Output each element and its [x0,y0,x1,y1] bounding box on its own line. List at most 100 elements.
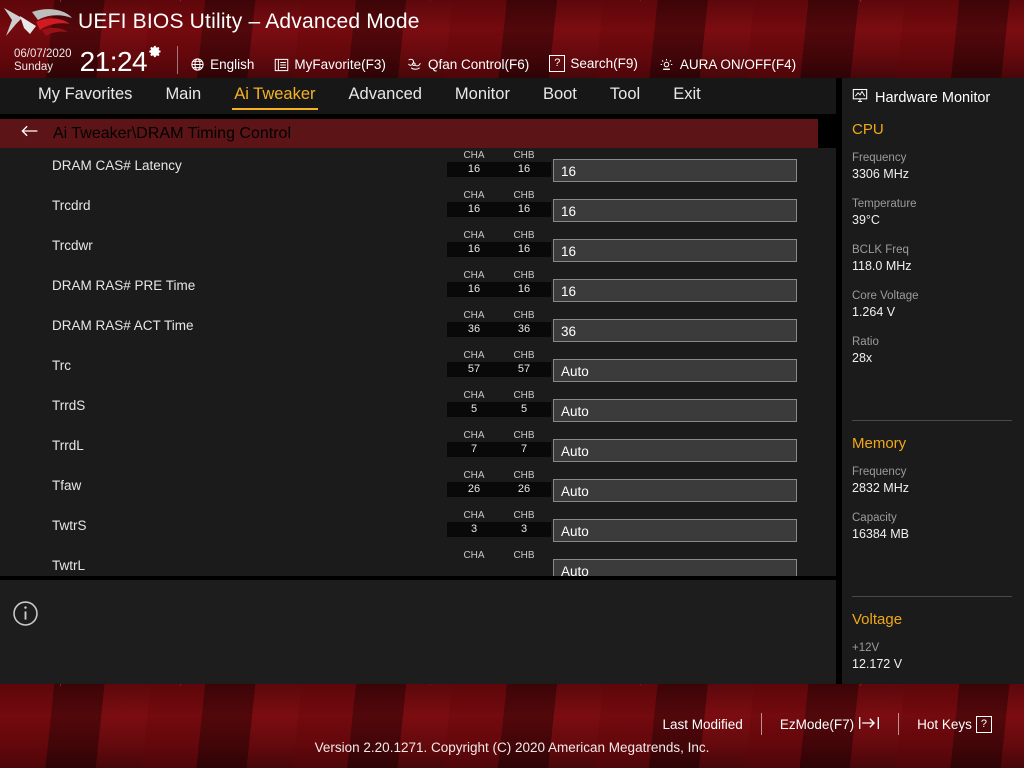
aura-toggle-button[interactable]: AURA ON/OFF(F4) [658,57,796,76]
monitor-icon [852,88,868,107]
setting-value-field[interactable]: Auto [553,519,797,542]
hw-metric-key: Temperature [852,198,917,210]
setting-label: DRAM RAS# ACT Time [52,318,194,333]
hw-section-title-voltage: Voltage [852,611,903,628]
setting-label: Trcdwr [52,238,93,253]
channel-value: 7 [497,442,551,457]
tab-boot[interactable]: Boot [543,85,577,107]
channel-value: 3 [497,522,551,537]
hw-metric-key: Frequency [852,466,907,478]
setting-value-field[interactable]: Auto [553,479,797,502]
setting-row[interactable]: DRAM RAS# PRE Time CHA 16 CHB 16 16 [0,268,836,308]
hardware-monitor-rule [852,596,1012,597]
setting-value-field[interactable]: Auto [553,399,797,422]
channel-value: 5 [447,402,501,417]
setting-row[interactable]: DRAM CAS# Latency CHA 16 CHB 16 16 [0,148,836,188]
tab-advanced[interactable]: Advanced [349,85,422,107]
hw-metric: BCLK Freq 118.0 MHz [852,242,942,275]
channel-badge-chb: CHB 36 [497,310,551,337]
setting-value-field[interactable]: Auto [553,439,797,462]
setting-value-field[interactable]: 16 [553,199,797,222]
setting-value-field[interactable]: Auto [553,359,797,382]
setting-label: DRAM RAS# PRE Time [52,278,196,293]
hardware-monitor-title: Hardware Monitor [852,88,1024,107]
channel-badge-cha: CHA 5 [447,390,501,417]
hw-section-title-cpu: CPU [852,121,884,138]
help-info-panel [0,580,836,684]
search-button[interactable]: ? Search(F9) [549,55,638,76]
channel-badge-chb: CHB 16 [497,190,551,217]
tab-exit[interactable]: Exit [673,85,701,107]
setting-row[interactable]: Trc CHA 57 CHB 57 Auto [0,348,836,388]
setting-row[interactable]: Trcdwr CHA 16 CHB 16 16 [0,228,836,268]
gear-icon[interactable] [148,44,163,64]
hw-metric-key: BCLK Freq [852,244,909,256]
setting-label: TwtrL [52,558,86,573]
channel-badge-chb: CHB [497,550,551,562]
last-modified-button[interactable]: Last Modified [645,717,761,732]
globe-icon [190,57,205,72]
tab-tool[interactable]: Tool [610,85,640,107]
settings-scrollbar-track[interactable] [826,148,830,576]
setting-row[interactable]: TwtrS CHA 3 CHB 3 Auto [0,508,836,548]
tab-my-favorites[interactable]: My Favorites [38,85,132,107]
back-arrow-icon[interactable] [20,124,39,143]
hardware-monitor-spacer [852,380,1024,414]
channel-value: 3 [447,522,501,537]
header-clock-row: 06/07/2020 Sunday 21:24 English MyFavori… [14,42,816,76]
channel-name: CHB [513,270,535,281]
setting-row[interactable]: Trcdrd CHA 16 CHB 16 16 [0,188,836,228]
setting-label: TrrdL [52,438,84,453]
setting-value-field[interactable]: 16 [553,279,797,302]
channel-badge-chb: CHB 3 [497,510,551,537]
setting-value-field[interactable]: 36 [553,319,797,342]
hotkeys-button[interactable]: Hot Keys ? [899,715,1010,733]
myfavorite-button[interactable]: MyFavorite(F3) [274,57,386,76]
setting-row[interactable]: DRAM RAS# ACT Time CHA 36 CHB 36 36 [0,308,836,348]
channel-name: CHA [463,430,485,441]
channel-name: CHB [513,150,535,161]
aura-light-icon [658,57,675,72]
hw-metric: Ratio 28x [852,334,942,367]
channel-badge-cha: CHA 16 [447,270,501,297]
tab-monitor[interactable]: Monitor [455,85,510,107]
rog-logo [4,8,72,36]
channel-value: 16 [447,202,501,217]
channel-badge-cha: CHA 26 [447,470,501,497]
setting-row[interactable]: TwtrL CHA CHB Auto [0,548,836,576]
tab-ai-tweaker[interactable]: Ai Tweaker [232,85,318,110]
channel-value: 16 [447,242,501,257]
channel-badge-cha: CHA 57 [447,350,501,377]
setting-value-field[interactable]: Auto [553,559,797,576]
channel-value: 5 [497,402,551,417]
setting-label: DRAM CAS# Latency [52,158,182,173]
tab-main[interactable]: Main [165,85,201,107]
hw-metric: Frequency 2832 MHz [852,464,942,497]
ezmode-button[interactable]: EzMode(F7) [762,716,898,733]
setting-row[interactable]: TrrdS CHA 5 CHB 5 Auto [0,388,836,428]
search-label: Search(F9) [570,56,638,71]
channel-name: CHA [463,550,485,561]
setting-label: Trcdrd [52,198,91,213]
channel-badge-cha: CHA 16 [447,150,501,177]
hw-metric: Temperature 39°C [852,196,942,229]
bios-screen: UEFI BIOS Utility – Advanced Mode 06/07/… [0,0,1024,768]
hw-metric: Capacity 16384 MB [852,510,942,543]
setting-value-field[interactable]: 16 [553,239,797,262]
setting-row[interactable]: TrrdL CHA 7 CHB 7 Auto [0,428,836,468]
breadcrumb[interactable]: Ai Tweaker\DRAM Timing Control [0,119,818,148]
qfan-control-button[interactable]: Qfan Control(F6) [406,57,529,76]
settings-panel: DRAM CAS# Latency CHA 16 CHB 16 16 Trcdrd CHA 16… [0,148,836,576]
hardware-monitor-label: Hardware Monitor [875,89,991,106]
channel-name: CHB [513,550,535,561]
setting-row[interactable]: Tfaw CHA 26 CHB 26 Auto [0,468,836,508]
channel-badge-cha: CHA 16 [447,230,501,257]
setting-value-field[interactable]: 16 [553,159,797,182]
channel-badge-chb: CHB 16 [497,270,551,297]
settings-list: DRAM CAS# Latency CHA 16 CHB 16 16 Trcdrd CHA 16… [0,148,836,576]
channel-value: 16 [447,282,501,297]
language-label: English [210,57,255,72]
hw-metric-value: 28x [852,351,873,365]
language-selector[interactable]: English [190,57,254,76]
hw-metric-value: 1.264 V [852,305,896,319]
